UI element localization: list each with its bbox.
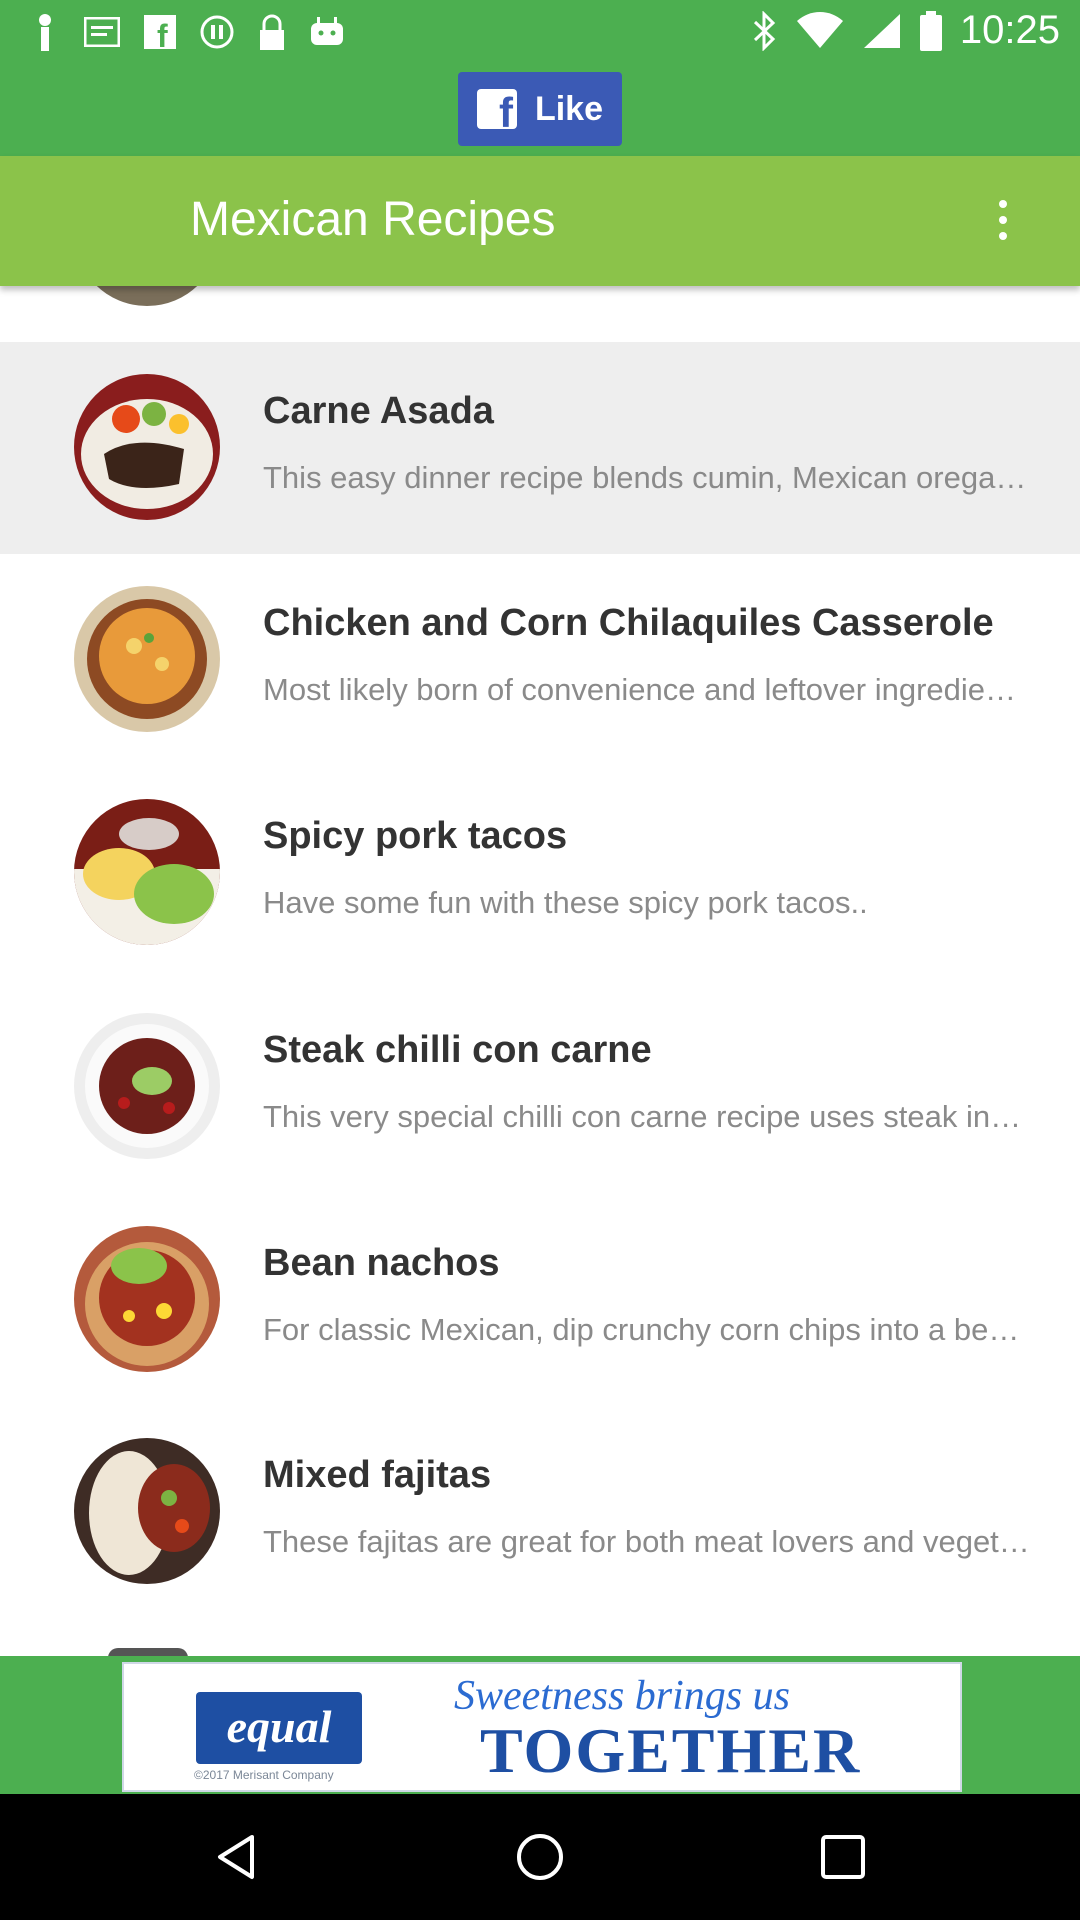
recipe-thumbnail-partial (74, 286, 220, 306)
list-item[interactable]: Bean nachos For classic Mexican, dip cru… (0, 1194, 1080, 1406)
recipe-description: Have some fun with these spicy pork taco… (263, 885, 868, 920)
ad-tagline-emphasis: TOGETHER (480, 1715, 862, 1786)
ad-content[interactable]: equal ©2017 Merisant Company Sweetness b… (122, 1662, 962, 1792)
message-icon (84, 17, 120, 47)
clock: 10:25 (959, 8, 1060, 52)
navigation-bar (0, 1794, 1080, 1920)
recipe-description: Most likely born of convenience and left… (263, 672, 1033, 707)
home-icon[interactable] (515, 1832, 565, 1882)
app-bar: Mexican Recipes (0, 156, 1080, 286)
recipe-title: Steak chilli con carne (263, 1029, 652, 1071)
list-item[interactable]: Steak chilli con carne This very special… (0, 981, 1080, 1193)
recipe-description: This very special chilli con carne recip… (263, 1099, 1033, 1134)
svg-text:f: f (157, 18, 168, 49)
overflow-menu-icon[interactable] (998, 200, 1008, 240)
mixed-fajitas-image (74, 1438, 220, 1584)
bean-nachos-image (74, 1226, 220, 1372)
notification-icons: f (30, 12, 344, 52)
ad-tagline: Sweetness brings us (454, 1673, 790, 1719)
recipe-title: Carne Asada (263, 390, 494, 432)
recipe-title: Spicy pork tacos (263, 815, 568, 857)
list-item[interactable]: Chicken and Corn Chilaquiles Casserole M… (0, 554, 1080, 766)
facebook-logo-icon: f (476, 89, 517, 134)
ad-copyright: ©2017 Merisant Company (194, 1768, 334, 1782)
recipe-description: These fajitas are great for both meat lo… (263, 1524, 1033, 1559)
list-item[interactable]: Mixed fajitas These fajitas are great fo… (0, 1406, 1080, 1618)
status-bar: f 10:25 f Like (0, 0, 1080, 156)
media-icon (200, 15, 234, 49)
lock-icon (260, 14, 284, 50)
list-item[interactable]: Carne Asada This easy dinner recipe blen… (0, 342, 1080, 554)
back-icon[interactable] (212, 1832, 262, 1882)
battery-icon (919, 10, 942, 51)
android-icon (311, 17, 343, 45)
bluetooth-icon (753, 10, 776, 51)
recipe-title: Chicken and Corn Chilaquiles Casserole (263, 602, 994, 644)
recipe-title: Bean nachos (263, 1242, 500, 1284)
recipe-description: For classic Mexican, dip crunchy corn ch… (263, 1312, 1033, 1347)
chilli-con-carne-image (74, 1013, 220, 1159)
wifi-icon (796, 11, 843, 48)
carne-asada-image (74, 374, 220, 520)
ad-brand-logo: equal (196, 1692, 362, 1764)
recent-apps-icon[interactable] (818, 1832, 868, 1882)
facebook-icon: f (144, 15, 176, 49)
pork-tacos-image (74, 799, 220, 945)
list-item[interactable]: Spicy pork tacos Have some fun with thes… (0, 767, 1080, 979)
facebook-like-button[interactable]: f Like (458, 72, 622, 146)
ad-banner[interactable]: equal ©2017 Merisant Company Sweetness b… (0, 1656, 1080, 1794)
recipe-thumbnail-partial (108, 1648, 188, 1656)
chilaquiles-casserole-image (74, 586, 220, 732)
recipe-list[interactable]: Carne Asada This easy dinner recipe blen… (0, 286, 1080, 1656)
signal-icon (863, 13, 900, 48)
like-label: Like (534, 89, 604, 128)
location-icon (39, 14, 51, 51)
recipe-title: Mixed fajitas (263, 1454, 492, 1496)
page-title: Mexican Recipes (190, 193, 556, 246)
system-status: 10:25 (752, 8, 1060, 53)
recipe-description: This easy dinner recipe blends cumin, Me… (263, 460, 1033, 495)
